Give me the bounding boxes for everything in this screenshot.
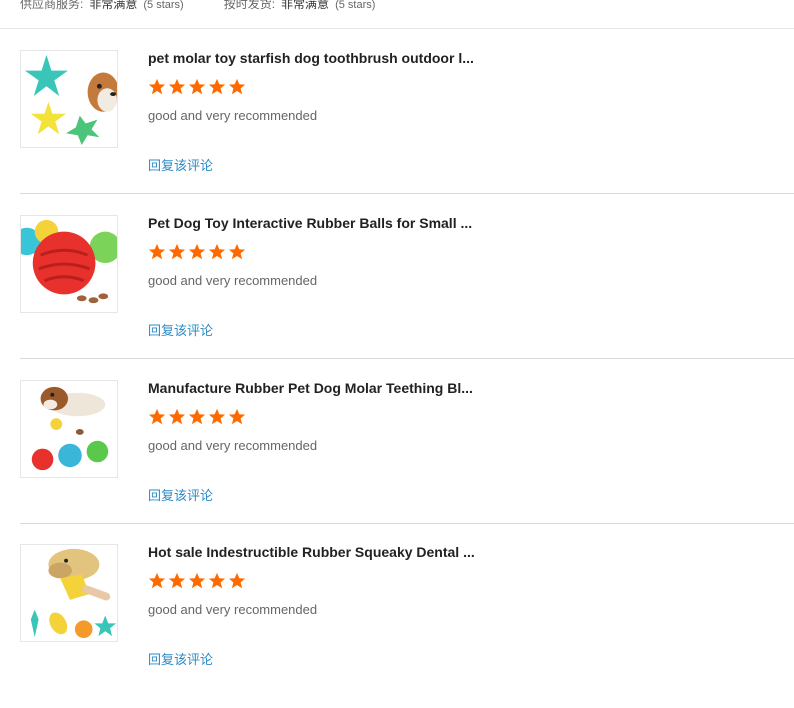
star-icon xyxy=(228,572,246,589)
rubber-ball-dog-toy-image xyxy=(21,216,117,312)
star-icon xyxy=(148,243,166,260)
reply-link[interactable]: 回复该评论 xyxy=(148,320,213,339)
review-comment: good and very recommended xyxy=(148,108,318,123)
review-comment: good and very recommended xyxy=(148,273,318,288)
rating-stars-text: (5 stars) xyxy=(335,0,376,11)
star-rating xyxy=(148,572,246,590)
star-icon xyxy=(188,78,206,95)
star-icon xyxy=(168,572,186,589)
product-title[interactable]: pet molar toy starfish dog toothbrush ou… xyxy=(148,50,488,66)
star-rating xyxy=(148,78,246,96)
teething-ball-dog-toy-image xyxy=(21,381,117,477)
product-title[interactable]: Pet Dog Toy Interactive Rubber Balls for… xyxy=(148,215,488,231)
starfish-dog-toy-image xyxy=(21,51,117,147)
star-icon xyxy=(228,408,246,425)
product-thumbnail[interactable] xyxy=(20,50,118,148)
rating-label: 供应商服务: xyxy=(20,0,84,11)
rating-value: 非常满意 xyxy=(281,0,330,11)
star-icon xyxy=(148,572,166,589)
reply-link[interactable]: 回复该评论 xyxy=(148,485,213,504)
rating-stars-text: (5 stars) xyxy=(143,0,184,11)
star-icon xyxy=(228,243,246,260)
product-title[interactable]: Manufacture Rubber Pet Dog Molar Teethin… xyxy=(148,380,488,396)
review-divider xyxy=(20,358,794,359)
product-thumbnail[interactable] xyxy=(20,215,118,313)
star-icon xyxy=(188,572,206,589)
star-icon xyxy=(168,243,186,260)
star-icon xyxy=(188,243,206,260)
squeaky-dental-toy-image xyxy=(21,545,117,641)
star-rating xyxy=(148,243,246,261)
review-divider xyxy=(20,523,794,524)
review-comment: good and very recommended xyxy=(148,602,318,617)
star-icon xyxy=(208,243,226,260)
product-title[interactable]: Hot sale Indestructible Rubber Squeaky D… xyxy=(148,544,488,560)
top-ratings-bar: 供应商服务: 非常满意 (5 stars) 按时发货: 非常满意 (5 star… xyxy=(20,0,375,13)
star-icon xyxy=(168,408,186,425)
on-time-delivery-rating: 按时发货: 非常满意 (5 stars) xyxy=(224,0,376,13)
star-icon xyxy=(228,78,246,95)
review-item: Pet Dog Toy Interactive Rubber Balls for… xyxy=(20,215,794,379)
star-icon xyxy=(168,78,186,95)
reply-link[interactable]: 回复该评论 xyxy=(148,155,213,174)
star-rating xyxy=(148,408,246,426)
top-divider xyxy=(0,28,794,29)
star-icon xyxy=(208,572,226,589)
product-thumbnail[interactable] xyxy=(20,544,118,642)
review-comment: good and very recommended xyxy=(148,438,318,453)
review-divider xyxy=(20,193,794,194)
review-item: Manufacture Rubber Pet Dog Molar Teethin… xyxy=(20,380,794,544)
star-icon xyxy=(188,408,206,425)
product-thumbnail[interactable] xyxy=(20,380,118,478)
star-icon xyxy=(148,408,166,425)
rating-value: 非常满意 xyxy=(89,0,138,11)
supplier-service-rating: 供应商服务: 非常满意 (5 stars) xyxy=(20,0,184,13)
rating-label: 按时发货: xyxy=(223,0,276,11)
reply-link[interactable]: 回复该评论 xyxy=(148,649,213,668)
star-icon xyxy=(208,408,226,425)
star-icon xyxy=(148,78,166,95)
review-item: pet molar toy starfish dog toothbrush ou… xyxy=(20,50,794,214)
star-icon xyxy=(208,78,226,95)
review-item: Hot sale Indestructible Rubber Squeaky D… xyxy=(20,544,794,708)
